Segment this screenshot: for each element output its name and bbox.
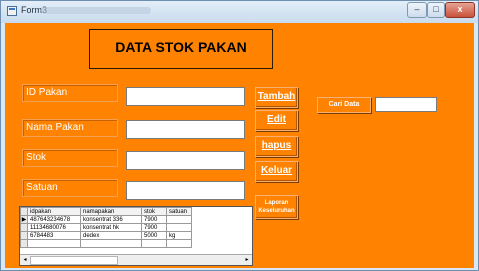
data-grid[interactable]: idpakan namapakan stok satuan ▶ 48764323… (19, 206, 253, 266)
table-cell[interactable]: konsentrat 336 (80, 215, 142, 224)
table-row[interactable] (20, 239, 192, 248)
table-cell[interactable] (80, 239, 142, 248)
scroll-right-icon[interactable]: ▸ (243, 256, 251, 264)
table-cell[interactable]: dedex (80, 231, 142, 240)
table-row[interactable]: 6784483 dedex 5000 kg (20, 231, 192, 240)
hapus-button[interactable]: hapus (255, 136, 298, 157)
keluar-button[interactable]: Keluar (255, 161, 298, 182)
table-cell[interactable]: 6784483 (27, 231, 81, 240)
id-pakan-input[interactable] (126, 87, 245, 106)
table-cell[interactable]: kg (166, 231, 192, 240)
table-cell[interactable] (166, 223, 192, 232)
label-nama-pakan: Nama Pakan (22, 119, 118, 137)
table-cell[interactable]: 487643234678 (27, 215, 81, 224)
row-selector[interactable] (20, 223, 28, 232)
form-icon (7, 6, 17, 16)
table-cell[interactable]: 5000 (141, 231, 167, 240)
row-selector[interactable] (20, 231, 28, 240)
cari-data-input[interactable] (375, 97, 437, 112)
scroll-left-icon[interactable]: ◂ (21, 256, 29, 264)
application-window: Form3 – □ x DATA STOK PAKAN ID Pakan Nam… (0, 0, 479, 271)
page-title: DATA STOK PAKAN (115, 39, 247, 55)
form-area: DATA STOK PAKAN ID Pakan Nama Pakan Stok… (5, 23, 474, 268)
column-header[interactable]: stok (141, 207, 167, 216)
scroll-thumb[interactable] (30, 256, 118, 265)
table-cell[interactable]: 7900 (141, 215, 167, 224)
heading-frame: DATA STOK PAKAN (89, 29, 273, 69)
tambah-button[interactable]: Tambah (255, 87, 298, 108)
column-header[interactable]: idpakan (27, 207, 81, 216)
column-header[interactable]: satuan (166, 207, 192, 216)
maximize-button[interactable]: □ (427, 2, 445, 18)
table-cell[interactable]: konsentrat hk (80, 223, 142, 232)
selected-row-indicator: ▶ (20, 215, 28, 224)
stok-input[interactable] (126, 151, 245, 170)
table-row[interactable]: 11134680076 konsentrat hk 7900 (20, 223, 192, 232)
label-id-pakan: ID Pakan (22, 84, 118, 102)
table-cell[interactable] (166, 239, 192, 248)
table-cell[interactable]: 7900 (141, 223, 167, 232)
column-header[interactable]: namapakan (80, 207, 142, 216)
label-stok: Stok (22, 149, 118, 167)
table-cell[interactable] (27, 239, 81, 248)
cari-data-button[interactable]: Cari Data (317, 97, 371, 113)
table-cell[interactable] (166, 215, 192, 224)
close-button[interactable]: x (445, 2, 475, 18)
table-cell[interactable] (141, 239, 167, 248)
horizontal-scrollbar[interactable]: ◂ ▸ (20, 254, 252, 265)
edit-button[interactable]: Edit (255, 110, 298, 131)
nama-pakan-input[interactable] (126, 120, 245, 139)
grid-table: idpakan namapakan stok satuan ▶ 48764323… (20, 207, 192, 248)
laporan-keseluruhan-button[interactable]: Laporan Keseluruhan (255, 195, 298, 219)
row-selector-header (20, 207, 28, 216)
table-row[interactable]: ▶ 487643234678 konsentrat 336 7900 (20, 215, 192, 224)
satuan-input[interactable] (126, 181, 245, 200)
minimize-button[interactable]: – (407, 2, 427, 18)
table-cell[interactable]: 11134680076 (27, 223, 81, 232)
blurred-title-text (41, 7, 151, 14)
title-bar[interactable]: Form3 – □ x (1, 1, 478, 23)
grid-header-row: idpakan namapakan stok satuan (20, 207, 192, 216)
row-selector[interactable] (20, 239, 28, 248)
label-satuan: Satuan (22, 179, 118, 197)
